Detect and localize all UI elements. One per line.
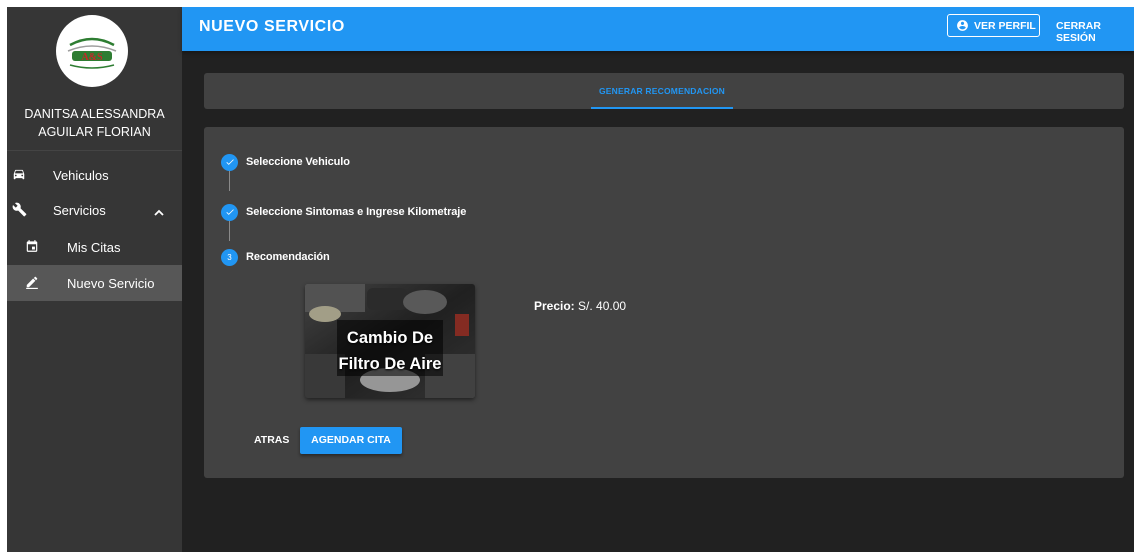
back-button[interactable]: ATRAS: [254, 434, 289, 446]
check-icon: [221, 203, 238, 221]
sidebar-item-nuevo-servicio[interactable]: Nuevo Servicio: [7, 265, 182, 301]
calendar-icon: [25, 239, 41, 255]
top-app-bar: NUEVO SERVICIO VER PERFIL CERRAR SESIÓN: [182, 7, 1134, 51]
service-title-line2: Filtro De Aire: [338, 355, 442, 373]
company-logo: A&S: [56, 15, 128, 87]
step-label: Recomendación: [246, 251, 330, 263]
account-circle-icon: [957, 20, 968, 31]
wrench-icon: [12, 202, 28, 218]
step-connector: [229, 171, 230, 191]
service-title-line1: Cambio De: [346, 329, 434, 347]
service-price: Precio: S/. 40.00: [534, 299, 626, 313]
step-label: Seleccione Sintomas e Ingrese Kilometraj…: [246, 206, 467, 218]
app-window: A&S DANITSA ALESSANDRA AGUILAR FLORIAN V…: [7, 7, 1134, 552]
sidebar-item-mis-citas[interactable]: Mis Citas: [7, 229, 182, 265]
price-label: Precio:: [534, 299, 575, 313]
car-icon: [12, 167, 28, 183]
step-2[interactable]: Seleccione Sintomas e Ingrese Kilometraj…: [221, 203, 466, 221]
tab-generar-recomendacion[interactable]: GENERAR RECOMENDACION: [591, 73, 733, 109]
step-connector: [229, 221, 230, 241]
logout-button[interactable]: CERRAR SESIÓN: [1056, 20, 1134, 44]
tab-active-indicator: [591, 107, 733, 109]
user-name-line1: DANITSA ALESSANDRA: [24, 107, 165, 121]
step-3[interactable]: 3 Recomendación: [221, 248, 330, 266]
stepper-card: Seleccione Vehiculo Seleccione Sintomas …: [204, 127, 1124, 478]
sidebar-item-label: Servicios: [53, 202, 106, 218]
svg-text:A&S: A&S: [81, 52, 103, 63]
user-name: DANITSA ALESSANDRA AGUILAR FLORIAN: [7, 105, 182, 141]
view-profile-label: VER PERFIL: [974, 19, 1036, 32]
service-card[interactable]: Cambio De Filtro De Aire: [305, 284, 475, 398]
check-icon: [221, 153, 238, 171]
step-number: 3: [221, 248, 238, 266]
tabs-bar: GENERAR RECOMENDACION: [204, 73, 1124, 109]
step-label: Seleccione Vehiculo: [246, 156, 350, 168]
pencil-icon: [25, 275, 41, 291]
book-appointment-button[interactable]: AGENDAR CITA: [300, 427, 402, 454]
tab-label: GENERAR RECOMENDACION: [598, 86, 726, 96]
price-value: S/. 40.00: [578, 299, 627, 313]
step-1[interactable]: Seleccione Vehiculo: [221, 153, 350, 171]
sidebar-divider: [7, 150, 182, 151]
user-name-line2: AGUILAR FLORIAN: [38, 125, 151, 139]
chevron-up-icon: [154, 205, 164, 216]
sidebar-item-servicios[interactable]: Servicios: [7, 192, 182, 228]
sidebar-item-label: Mis Citas: [67, 239, 121, 255]
service-title: Cambio De Filtro De Aire: [305, 325, 475, 377]
view-profile-button[interactable]: VER PERFIL: [947, 14, 1040, 37]
sidebar-item-vehiculos[interactable]: Vehiculos: [7, 157, 182, 193]
page-title: NUEVO SERVICIO: [199, 18, 345, 35]
sidebar-item-label: Nuevo Servicio: [67, 275, 155, 291]
sidebar-item-label: Vehiculos: [53, 167, 109, 183]
sidebar: A&S DANITSA ALESSANDRA AGUILAR FLORIAN V…: [7, 7, 182, 552]
